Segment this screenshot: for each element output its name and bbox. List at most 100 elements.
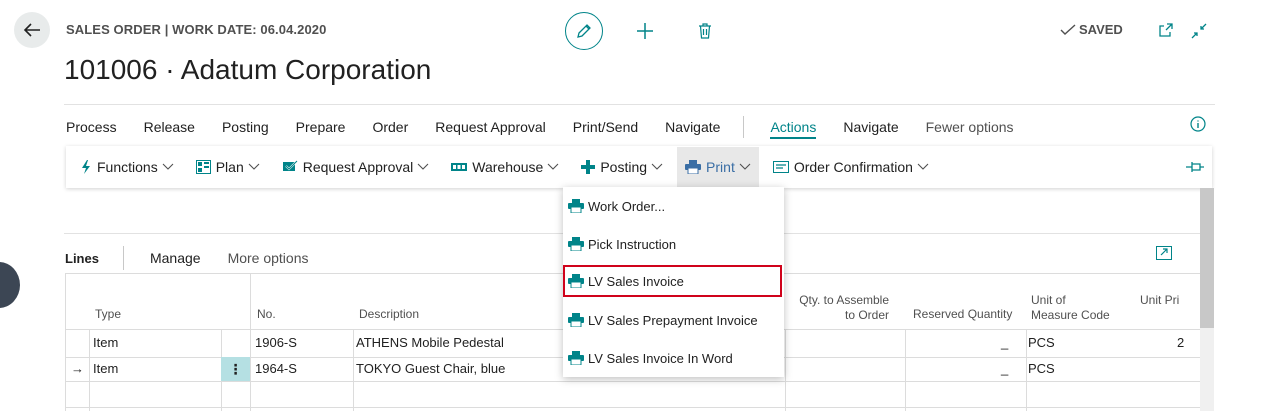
menu-prepare[interactable]: Prepare bbox=[296, 119, 346, 135]
collapse-icon bbox=[1191, 23, 1207, 39]
col-header-unit-price[interactable]: Unit Pri bbox=[1140, 293, 1179, 308]
document-icon bbox=[772, 161, 789, 173]
col-header-uom-line1: Unit of bbox=[1031, 293, 1066, 307]
request-approval-label: Request Approval bbox=[302, 159, 414, 175]
side-panel-toggle[interactable] bbox=[0, 262, 20, 308]
chevron-down-icon bbox=[417, 163, 429, 170]
grid-line bbox=[65, 273, 66, 411]
edit-button[interactable] bbox=[565, 12, 603, 50]
open-new-window-icon bbox=[1159, 23, 1173, 37]
col-header-qty-assemble[interactable]: Qty. to Assemble to Order bbox=[785, 293, 889, 323]
col-header-description[interactable]: Description bbox=[359, 307, 419, 322]
posting-button[interactable]: Posting bbox=[573, 147, 671, 187]
row1-reserved[interactable]: _ bbox=[1001, 335, 1008, 350]
saved-status: SAVED bbox=[1060, 22, 1123, 37]
collapse-button[interactable] bbox=[1190, 22, 1208, 45]
scrollbar-thumb[interactable] bbox=[1200, 188, 1214, 328]
info-button[interactable] bbox=[1190, 116, 1206, 137]
warehouse-label: Warehouse bbox=[472, 159, 544, 175]
manage-button[interactable]: Manage bbox=[150, 250, 201, 266]
row1-price[interactable]: 2 bbox=[1177, 335, 1184, 350]
row1-type[interactable]: Item bbox=[93, 335, 118, 350]
row2-reserved[interactable]: _ bbox=[1001, 361, 1008, 376]
menu-navigate[interactable]: Navigate bbox=[665, 119, 720, 135]
grid-line bbox=[785, 329, 786, 411]
row1-description[interactable]: ATHENS Mobile Pedestal bbox=[356, 335, 504, 350]
row1-no[interactable]: 1906-S bbox=[255, 335, 297, 350]
lines-title: Lines bbox=[65, 250, 99, 266]
row1-uom[interactable]: PCS bbox=[1028, 335, 1055, 350]
plan-icon bbox=[195, 160, 211, 174]
back-button[interactable] bbox=[14, 12, 50, 48]
print-pick-instruction[interactable]: Pick Instruction bbox=[563, 229, 784, 259]
order-confirmation-label: Order Confirmation bbox=[793, 159, 913, 175]
menu-process[interactable]: Process bbox=[66, 119, 117, 135]
plan-button[interactable]: Plan bbox=[188, 147, 268, 187]
print-lv-sales-invoice[interactable]: LV Sales Invoice bbox=[563, 265, 782, 297]
col-header-unit-of-measure[interactable]: Unit of Measure Code bbox=[1031, 293, 1110, 323]
more-options-button[interactable]: More options bbox=[228, 250, 309, 266]
expand-lines-button[interactable] bbox=[1156, 246, 1172, 265]
menu-actions[interactable]: Actions bbox=[770, 119, 817, 139]
functions-button[interactable]: Functions bbox=[72, 147, 182, 187]
menu-order[interactable]: Order bbox=[372, 119, 408, 135]
row2-description[interactable]: TOKYO Guest Chair, blue bbox=[356, 361, 505, 376]
grid-line bbox=[1026, 329, 1027, 411]
menu-request-approval[interactable]: Request Approval bbox=[435, 119, 546, 135]
print-lv-sales-prepayment-invoice-label: LV Sales Prepayment Invoice bbox=[588, 312, 758, 328]
print-lv-sales-invoice-label: LV Sales Invoice bbox=[588, 273, 684, 289]
col-header-reserved-quantity[interactable]: Reserved Quantity bbox=[913, 307, 1012, 322]
vertical-scrollbar[interactable] bbox=[1200, 188, 1214, 411]
post-icon bbox=[581, 160, 596, 174]
expand-icon bbox=[1156, 246, 1172, 260]
printer-icon bbox=[568, 351, 584, 365]
grid-line bbox=[250, 273, 251, 411]
printer-icon bbox=[568, 199, 584, 213]
menu-posting[interactable]: Posting bbox=[222, 119, 269, 135]
arrow-left-icon bbox=[23, 23, 40, 37]
new-button[interactable] bbox=[633, 19, 657, 43]
header-divider bbox=[64, 104, 1215, 105]
pin-button[interactable] bbox=[1186, 160, 1204, 177]
menu-navigate-2[interactable]: Navigate bbox=[843, 119, 898, 135]
lightning-icon bbox=[82, 160, 90, 174]
saved-label: SAVED bbox=[1079, 22, 1123, 37]
printer-icon bbox=[568, 313, 584, 327]
menu-print-send[interactable]: Print/Send bbox=[573, 119, 638, 135]
page-title: 101006 · Adatum Corporation bbox=[64, 54, 432, 85]
row2-marker: → bbox=[71, 361, 84, 376]
order-confirmation-button[interactable]: Order Confirmation bbox=[765, 147, 937, 187]
request-approval-button[interactable]: Request Approval bbox=[274, 147, 438, 187]
action-menu: Process Release Posting Prepare Order Re… bbox=[66, 116, 1041, 139]
print-work-order[interactable]: Work Order... bbox=[563, 191, 784, 221]
grid-line bbox=[65, 381, 1200, 382]
row-actions-button[interactable]: ⋮ bbox=[221, 357, 250, 381]
print-lv-sales-prepayment-invoice[interactable]: LV Sales Prepayment Invoice bbox=[563, 305, 784, 335]
chevron-down-icon bbox=[248, 163, 260, 170]
print-button[interactable]: Print bbox=[677, 147, 759, 187]
grid-line bbox=[89, 329, 90, 411]
menu-release[interactable]: Release bbox=[144, 119, 195, 135]
menu-fewer-options[interactable]: Fewer options bbox=[926, 119, 1014, 135]
row2-uom[interactable]: PCS bbox=[1028, 361, 1055, 376]
trash-icon bbox=[699, 23, 711, 39]
row2-type[interactable]: Item bbox=[93, 361, 118, 376]
col-header-no[interactable]: No. bbox=[257, 307, 276, 322]
print-lv-sales-invoice-in-word[interactable]: LV Sales Invoice In Word bbox=[563, 343, 784, 373]
print-lv-sales-invoice-in-word-label: LV Sales Invoice In Word bbox=[588, 350, 733, 366]
chevron-down-icon bbox=[739, 163, 751, 170]
chevron-down-icon bbox=[651, 163, 663, 170]
row2-no[interactable]: 1964-S bbox=[255, 361, 297, 376]
grid-line bbox=[905, 329, 906, 411]
printer-icon bbox=[568, 274, 584, 288]
warehouse-button[interactable]: Warehouse bbox=[443, 147, 567, 187]
actions-bar: Functions Plan Request Approval Warehous… bbox=[66, 146, 1212, 188]
header-actions bbox=[565, 12, 717, 50]
open-new-window-button[interactable] bbox=[1158, 22, 1174, 43]
printer-icon bbox=[685, 160, 702, 174]
print-work-order-label: Work Order... bbox=[588, 198, 666, 214]
delete-button[interactable] bbox=[693, 19, 717, 43]
print-label: Print bbox=[706, 159, 735, 175]
col-header-type[interactable]: Type bbox=[95, 307, 121, 322]
page-subtitle: SALES ORDER | WORK DATE: 06.04.2020 bbox=[66, 22, 327, 37]
